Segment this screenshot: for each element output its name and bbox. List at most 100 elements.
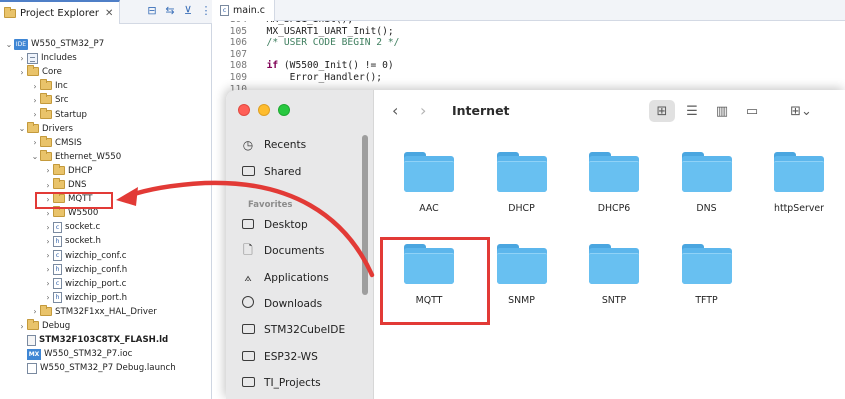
folder-label: TFTP bbox=[695, 295, 718, 306]
chevron-right-icon[interactable]: › bbox=[43, 237, 53, 246]
folder-item-dns[interactable]: DNS bbox=[670, 136, 750, 216]
tree-item-w550-stm32-p7-ioc[interactable]: MX W550_STM32_P7.ioc bbox=[17, 347, 132, 361]
tree-item-debug[interactable]: › Debug bbox=[17, 319, 70, 333]
close-icon[interactable]: ✕ bbox=[105, 8, 113, 19]
tree-item-socket-c[interactable]: › c socket.c bbox=[43, 220, 100, 234]
sidebar-item-downloads[interactable]: Downloads bbox=[240, 293, 322, 315]
folder-label: AAC bbox=[419, 203, 439, 214]
chevron-right-icon[interactable]: › bbox=[30, 82, 40, 91]
tree-item-drivers[interactable]: ⌄ Drivers bbox=[17, 121, 73, 136]
c-file-icon: c bbox=[53, 250, 62, 261]
chevron-right-icon[interactable]: › bbox=[43, 223, 53, 232]
sidebar-item-stm32cubeide[interactable]: STM32CubeIDE bbox=[240, 319, 345, 341]
close-window-button[interactable] bbox=[238, 104, 250, 116]
column-view-icon[interactable]: ▥ bbox=[709, 100, 735, 122]
folder-item-sntp[interactable]: SNTP bbox=[577, 228, 657, 308]
chevron-right-icon[interactable]: › bbox=[30, 138, 40, 147]
tree-item-w550-stm32-p7[interactable]: ⌄ IDE W550_STM32_P7 bbox=[4, 37, 104, 51]
link-with-editor-icon[interactable]: ⇆ bbox=[164, 5, 176, 17]
folder-icon bbox=[40, 135, 52, 148]
filter-icon[interactable]: ⊻ bbox=[182, 5, 194, 17]
tree-item-w550-stm32-p7-debug-launch[interactable]: W550_STM32_P7 Debug.launch bbox=[17, 361, 176, 375]
sidebar-item-label: Recents bbox=[264, 139, 307, 151]
tree-item-label: W550_STM32_P7.ioc bbox=[44, 349, 133, 360]
chevron-right-icon[interactable]: › bbox=[30, 307, 40, 316]
tree-item-stm32f103c8tx-flash-ld[interactable]: STM32F103C8TX_FLASH.ld bbox=[17, 333, 168, 347]
tree-item-dhcp[interactable]: › DHCP bbox=[43, 163, 92, 178]
tree-item-wizchip-port-h[interactable]: › h wizchip_port.h bbox=[43, 291, 127, 305]
sidebar-item-recents[interactable]: ◷ Recents bbox=[240, 134, 306, 156]
chevron-right-icon[interactable]: › bbox=[30, 110, 40, 119]
tree-item-src[interactable]: › Src bbox=[30, 93, 69, 107]
chevron-right-icon[interactable]: › bbox=[43, 181, 53, 190]
chevron-right-icon[interactable]: › bbox=[43, 209, 53, 218]
tree-item-label: wizchip_conf.c bbox=[65, 250, 127, 261]
sidebar-item-desktop[interactable]: Desktop bbox=[240, 214, 308, 236]
chevron-down-icon[interactable]: ⌄ bbox=[17, 124, 27, 133]
gallery-view-icon[interactable]: ▭ bbox=[739, 100, 765, 122]
folder-label: SNTP bbox=[601, 295, 627, 306]
zoom-window-button[interactable] bbox=[278, 104, 290, 116]
sidebar-item-documents[interactable]: 🗋 Documents bbox=[240, 240, 324, 262]
h-file-icon: h bbox=[53, 264, 62, 276]
list-view-icon[interactable]: ☰ bbox=[679, 100, 705, 122]
chevron-right-icon[interactable]: › bbox=[43, 251, 53, 260]
tree-item-cmsis[interactable]: › CMSIS bbox=[30, 135, 82, 150]
tree-item-startup[interactable]: › Startup bbox=[30, 107, 87, 122]
h-file-icon: h bbox=[53, 235, 62, 247]
folder-item-snmp[interactable]: SNMP bbox=[485, 228, 565, 308]
group-by-icon[interactable]: ⊞⌄ bbox=[784, 100, 818, 122]
tree-item-dns[interactable]: › DNS bbox=[43, 178, 87, 192]
tree-item-label: Includes bbox=[41, 53, 77, 64]
tree-item-socket-h[interactable]: › h socket.h bbox=[43, 234, 101, 248]
tree-item-ethernet-w550[interactable]: ⌄ Ethernet_W550 bbox=[30, 149, 121, 164]
sidebar-item-ti-projects[interactable]: TI_Projects bbox=[240, 372, 321, 394]
shared-folder-icon bbox=[240, 165, 256, 179]
finder-content: AAC DHCP DHCP6 DNS httpServer MQTT SNMP SNTP TFT… bbox=[374, 134, 845, 399]
tree-item-inc[interactable]: › Inc bbox=[30, 79, 68, 93]
clock-icon: ◷ bbox=[242, 138, 254, 152]
editor-tab-bar: c main.c bbox=[215, 0, 845, 21]
folder-item-dhcp[interactable]: DHCP bbox=[485, 136, 565, 216]
sidebar-item-applications[interactable]: ⟑ Applications bbox=[240, 267, 328, 289]
chevron-right-icon[interactable]: › bbox=[17, 54, 27, 63]
chevron-right-icon[interactable]: › bbox=[17, 68, 27, 77]
folder-item-httpserver[interactable]: httpServer bbox=[762, 136, 842, 216]
chevron-right-icon[interactable]: › bbox=[30, 96, 40, 105]
folder-icon bbox=[681, 244, 732, 284]
folder-item-aac[interactable]: AAC bbox=[392, 136, 472, 216]
editor-tab-main-c[interactable]: c main.c bbox=[215, 0, 275, 21]
chevron-right-icon[interactable]: › bbox=[43, 279, 53, 288]
folder-icon bbox=[240, 350, 256, 364]
tree-item-wizchip-conf-c[interactable]: › c wizchip_conf.c bbox=[43, 249, 127, 263]
tree-item-stm32f1xx-hal-driver[interactable]: › STM32F1xx_HAL_Driver bbox=[30, 304, 157, 319]
tree-item-includes[interactable]: › Includes bbox=[17, 51, 77, 65]
chevron-down-icon[interactable]: ⌄ bbox=[30, 152, 40, 161]
view-menu-icon[interactable]: ⋮ bbox=[200, 5, 212, 17]
chevron-right-icon[interactable]: › bbox=[43, 293, 53, 302]
collapse-all-icon[interactable]: ⊟ bbox=[146, 5, 158, 17]
tree-item-label: Core bbox=[42, 67, 62, 78]
code-text: /* USER CODE BEGIN 2 */ bbox=[255, 37, 400, 49]
tree-item-wizchip-conf-h[interactable]: › h wizchip_conf.h bbox=[43, 263, 127, 277]
code-line: 109 Error_Handler(); bbox=[215, 72, 382, 84]
tree-item-wizchip-port-c[interactable]: › c wizchip_port.c bbox=[43, 277, 126, 291]
project-explorer-tab[interactable]: Project Explorer ✕ bbox=[0, 0, 120, 24]
tree-item-core[interactable]: › Core bbox=[17, 65, 62, 79]
sidebar-item-esp32-ws[interactable]: ESP32-WS bbox=[240, 346, 318, 368]
chevron-right-icon[interactable]: › bbox=[43, 265, 53, 274]
sidebar-item-shared[interactable]: Shared bbox=[240, 161, 301, 183]
chevron-down-icon[interactable]: ⌄ bbox=[4, 40, 14, 49]
chevron-right-icon[interactable]: › bbox=[43, 166, 53, 175]
tree-item-label: wizchip_port.h bbox=[65, 292, 128, 303]
chevron-right-icon[interactable]: › bbox=[17, 322, 27, 331]
folder-item-dhcp6[interactable]: DHCP6 bbox=[577, 136, 657, 216]
tree-item-label: STM32F103C8TX_FLASH.ld bbox=[39, 335, 169, 346]
folder-item-tftp[interactable]: TFTP bbox=[670, 228, 750, 308]
back-button[interactable]: ‹ bbox=[392, 103, 398, 119]
forward-button[interactable]: › bbox=[420, 103, 426, 119]
icon-view-icon[interactable]: ⊞ bbox=[649, 100, 675, 122]
sidebar-scrollbar[interactable] bbox=[362, 135, 368, 295]
sidebar-item-label: ESP32-WS bbox=[264, 350, 318, 363]
minimize-window-button[interactable] bbox=[258, 104, 270, 116]
